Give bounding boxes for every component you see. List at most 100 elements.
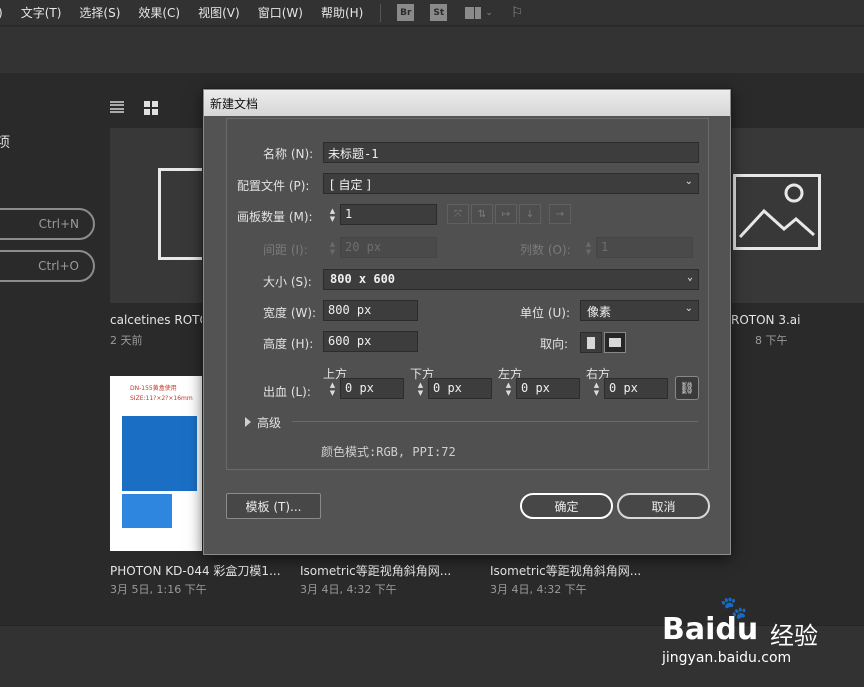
color-mode-info: 颜色模式:RGB, PPI:72 [321, 445, 456, 459]
profile-value: [ 自定 ] [330, 178, 371, 192]
menu-item-view[interactable]: 视图(V) [189, 4, 249, 21]
expand-advanced-icon[interactable] [245, 417, 251, 427]
dialog-title[interactable]: 新建文档 [204, 90, 730, 116]
baidu-jingyan-watermark: 🐾 Baidu 经验 jingyan.baidu.com [660, 596, 860, 676]
width-field[interactable]: 800 px [323, 300, 418, 321]
columns-label: 列数 (O): [520, 243, 571, 257]
recent-file-date: 3月 5日, 1:16 下午 [110, 583, 207, 596]
recent-file-thumbnail[interactable] [715, 128, 864, 303]
start-title: 项 [0, 135, 10, 151]
width-label: 宽度 (W): [263, 306, 317, 320]
recent-file-date: 8 下午 [755, 334, 788, 347]
name-field[interactable]: 未标题-1 [323, 142, 699, 163]
arrange-by-column-icon[interactable]: ↓ [519, 204, 541, 224]
watermark-url: jingyan.baidu.com [662, 650, 792, 666]
bleed-left-stepper[interactable]: ▲ ▼ [502, 378, 515, 399]
portrait-orientation-button[interactable] [580, 332, 602, 353]
new-document-button[interactable]: Ctrl+N [0, 208, 95, 240]
menu-separator [380, 3, 382, 22]
profile-select[interactable]: [ 自定 ] ⌄ [323, 173, 699, 194]
recent-file-name[interactable]: PHOTON KD-044 彩盒刀模1... [110, 562, 281, 579]
open-shortcut-label: Ctrl+O [38, 259, 79, 273]
chevron-down-icon[interactable]: ⌄ [485, 8, 493, 18]
advanced-toggle[interactable]: 高级 [257, 414, 281, 431]
watermark-cn: 经验 [770, 622, 818, 650]
recent-file-date: 3月 4日, 4:32 下午 [300, 583, 397, 596]
bleed-label: 出血 (L): [263, 385, 311, 399]
height-field[interactable]: 600 px [323, 331, 418, 352]
recent-file-name[interactable]: Isometric等距视角斜角网... [300, 562, 451, 579]
new-document-dialog: 新建文档 名称 (N): 未标题-1 配置文件 (P): [ 自定 ] ⌄ 画板数… [203, 89, 731, 555]
broadcast-icon[interactable]: ⚐ [511, 5, 524, 21]
grid-by-column-icon[interactable]: ⇅ [471, 204, 493, 224]
artboards-stepper[interactable]: ▲ ▼ [326, 204, 339, 225]
bridge-button[interactable]: Br [397, 4, 415, 21]
columns-field[interactable]: 1 [596, 237, 693, 258]
menu-item-type[interactable]: 文字(T) [12, 4, 71, 21]
bleed-top-field[interactable]: 0 px [340, 378, 404, 399]
size-select[interactable]: 800 x 600 ⌄ [323, 269, 699, 290]
profile-label: 配置文件 (P): [237, 179, 310, 193]
box-dieline-graphic [122, 416, 197, 491]
spacing-label: 间距 (I): [263, 243, 308, 257]
bleed-left-field[interactable]: 0 px [516, 378, 580, 399]
recent-file-thumbnail[interactable]: DN-155黄盒使用 SIZE:11?×2?×16mm [110, 376, 205, 551]
grid-by-row-icon[interactable]: ⤧ [447, 204, 469, 224]
bleed-bottom-stepper[interactable]: ▲ ▼ [414, 378, 427, 399]
box-dieline-graphic [122, 494, 172, 528]
cancel-button[interactable]: 取消 [617, 493, 710, 519]
recent-file-name[interactable]: ROTON 3.ai [731, 313, 801, 327]
open-document-button[interactable]: Ctrl+O [0, 250, 95, 282]
bleed-right-field[interactable]: 0 px [604, 378, 668, 399]
image-placeholder-icon [733, 174, 821, 250]
recent-file-name[interactable]: Isometric等距视角斜角网... [490, 562, 641, 579]
units-label: 单位 (U): [520, 306, 571, 320]
spacing-field[interactable]: 20 px [340, 237, 437, 258]
chevron-down-icon: ⌄ [686, 272, 693, 283]
advanced-divider [292, 421, 698, 422]
name-label: 名称 (N): [263, 147, 314, 161]
arrange-by-row-icon[interactable]: ↦ [495, 204, 517, 224]
control-bar [0, 27, 864, 73]
ok-button[interactable]: 确定 [520, 493, 613, 519]
link-bleed-icon[interactable]: ⛓ [675, 376, 699, 400]
menu-bar: ) 文字(T) 选择(S) 效果(C) 视图(V) 窗口(W) 帮助(H) Br… [0, 0, 864, 26]
thumbnail-text: DN-155黄盒使用 SIZE:11?×2?×16mm [130, 385, 193, 402]
menu-item-help[interactable]: 帮助(H) [312, 4, 372, 21]
watermark-brand: Baidu [662, 612, 759, 647]
recent-file-name[interactable]: calcetines ROTO [110, 313, 209, 327]
menu-item-partial[interactable]: ) [0, 6, 12, 20]
chevron-down-icon: ⌄ [684, 176, 693, 187]
stock-button[interactable]: St [430, 4, 448, 21]
chevron-down-icon: ⌄ [684, 303, 693, 314]
landscape-orientation-button[interactable] [604, 332, 626, 353]
bleed-right-stepper[interactable]: ▲ ▼ [590, 378, 603, 399]
portrait-icon [587, 336, 595, 349]
size-value: 800 x 600 [330, 272, 396, 286]
orientation-label: 取向: [540, 337, 569, 351]
artboards-field[interactable]: 1 [340, 204, 437, 225]
new-shortcut-label: Ctrl+N [38, 217, 79, 231]
columns-stepper[interactable]: ▲ ▼ [582, 237, 595, 258]
bleed-top-stepper[interactable]: ▲ ▼ [326, 378, 339, 399]
workspace-icon[interactable] [465, 6, 482, 19]
templates-button[interactable]: 模板 (T)... [226, 493, 321, 519]
grid-view-icon[interactable] [144, 101, 158, 115]
units-value: 像素 [587, 305, 612, 319]
size-label: 大小 (S): [263, 275, 312, 289]
spacing-stepper[interactable]: ▲ ▼ [326, 237, 339, 258]
recent-file-date: 3月 4日, 4:32 下午 [490, 583, 587, 596]
artboards-label: 画板数量 (M): [237, 210, 313, 224]
right-to-left-icon[interactable]: → [549, 204, 571, 224]
menu-item-window[interactable]: 窗口(W) [249, 4, 312, 21]
units-select[interactable]: 像素 ⌄ [580, 300, 699, 321]
recent-file-date: 2 天前 [110, 334, 143, 347]
menu-item-effect[interactable]: 效果(C) [129, 4, 189, 21]
bleed-bottom-field[interactable]: 0 px [428, 378, 492, 399]
height-label: 高度 (H): [263, 337, 314, 351]
dialog-settings-panel [226, 118, 709, 470]
landscape-icon [609, 338, 621, 347]
menu-item-select[interactable]: 选择(S) [70, 4, 129, 21]
list-view-icon[interactable] [110, 101, 124, 113]
recent-file-thumbnail[interactable] [110, 128, 238, 303]
